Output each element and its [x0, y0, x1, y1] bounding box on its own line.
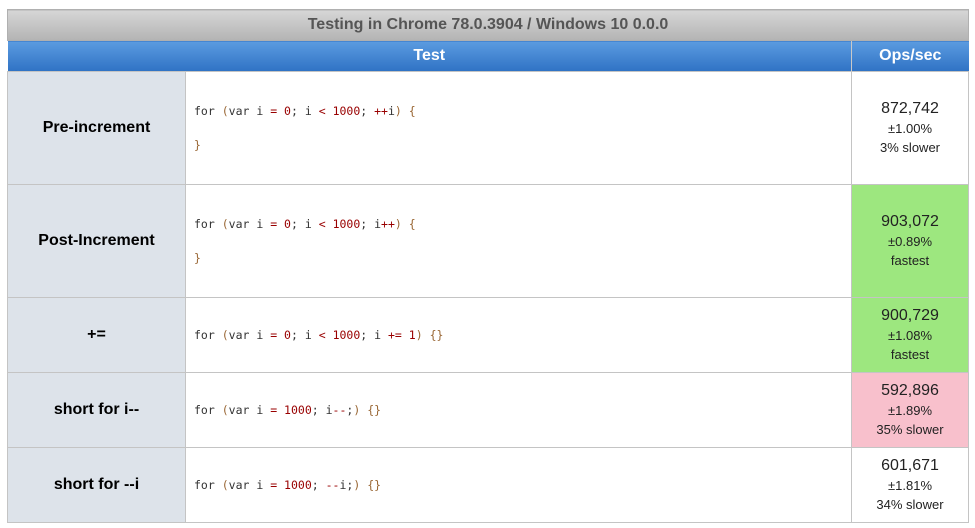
margin-of-error: ±1.08%	[888, 328, 933, 343]
ops-per-second: 872,742	[881, 100, 939, 117]
ops-column-header: Ops/sec	[851, 40, 969, 72]
table-row: short for --i for (var i = 1000; --i;) {}…	[7, 447, 970, 523]
test-column-header: Test	[7, 40, 852, 72]
code-gap	[194, 231, 851, 251]
ops-per-second: 903,072	[881, 213, 939, 230]
relative-speed: fastest	[890, 253, 930, 268]
ops-per-second: 592,896	[881, 382, 939, 399]
margin-of-error: ±0.89%	[888, 234, 933, 249]
ops-result: 592,896 ±1.89% 35% slower	[850, 372, 970, 448]
code-line: for (var i = 1000; i--;) {}	[194, 403, 382, 417]
test-name: Pre-increment	[7, 71, 186, 185]
margin-of-error: ±1.89%	[888, 403, 933, 418]
table-row: Post-Increment for (var i = 0; i < 1000; …	[7, 184, 970, 298]
test-code: for (var i = 1000; i--;) {}	[185, 372, 852, 448]
margin-of-error: ±1.81%	[888, 478, 933, 493]
relative-speed: fastest	[890, 347, 930, 362]
ops-result: 903,072 ±0.89% fastest	[850, 184, 970, 298]
results-body: Pre-increment for (var i = 0; i < 1000; +…	[7, 71, 970, 523]
relative-speed: 3% slower	[880, 140, 940, 155]
results-container: Testing in Chrome 78.0.3904 / Windows 10…	[6, 9, 970, 523]
relative-speed: 34% slower	[876, 497, 944, 512]
table-row: short for i-- for (var i = 1000; i--;) {}…	[7, 372, 970, 448]
ops-result: 872,742 ±1.00% 3% slower	[850, 71, 970, 185]
code-line: }	[194, 138, 201, 152]
test-code: for (var i = 0; i < 1000; i++) {}	[185, 184, 852, 298]
test-name: +=	[7, 297, 186, 373]
relative-speed: 35% slower	[876, 422, 944, 437]
code-line: for (var i = 0; i < 1000; ++i) {	[194, 104, 416, 118]
ops-per-second: 900,729	[881, 307, 939, 324]
ops-result: 900,729 ±1.08% fastest	[850, 297, 970, 373]
test-code: for (var i = 0; i < 1000; i += 1) {}	[185, 297, 852, 373]
test-code: for (var i = 0; i < 1000; ++i) {}	[185, 71, 852, 185]
code-line: for (var i = 0; i < 1000; i++) {	[194, 217, 416, 231]
test-name: short for i--	[7, 372, 186, 448]
test-name: Post-Increment	[7, 184, 186, 298]
test-code: for (var i = 1000; --i;) {}	[185, 447, 852, 523]
code-line: }	[194, 251, 201, 265]
margin-of-error: ±1.00%	[888, 121, 933, 136]
code-line: for (var i = 1000; --i;) {}	[194, 478, 382, 492]
ops-result: 601,671 ±1.81% 34% slower	[850, 447, 970, 523]
test-name: short for --i	[7, 447, 186, 523]
code-gap	[194, 118, 851, 138]
code-line: for (var i = 0; i < 1000; i += 1) {}	[194, 328, 444, 342]
results-table: Testing in Chrome 78.0.3904 / Windows 10…	[6, 9, 970, 523]
browser-caption: Testing in Chrome 78.0.3904 / Windows 10…	[6, 9, 970, 41]
table-row: Pre-increment for (var i = 0; i < 1000; +…	[7, 71, 970, 185]
table-row: += for (var i = 0; i < 1000; i += 1) {} 90…	[7, 297, 970, 373]
ops-per-second: 601,671	[881, 457, 939, 474]
